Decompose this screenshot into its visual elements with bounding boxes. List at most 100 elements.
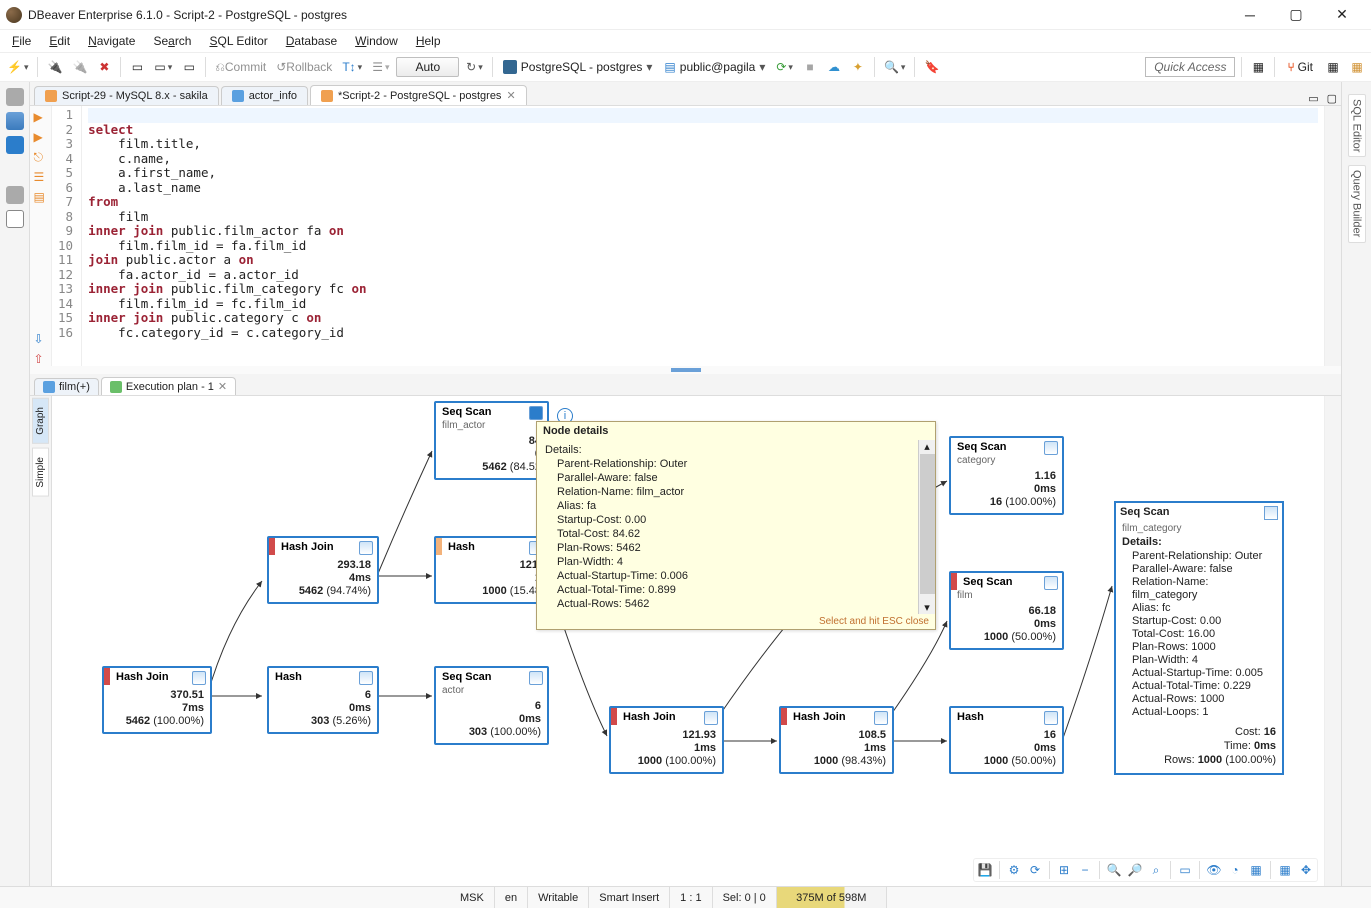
plan-node-seqscan-category[interactable]: Seq Scan category 1.160ms16 (100.00%) bbox=[949, 436, 1064, 515]
tab-actor-info[interactable]: actor_info bbox=[221, 86, 308, 105]
menu-sql-editor[interactable]: SQL Editor bbox=[201, 32, 275, 50]
run-statement-icon[interactable]: ⎋ bbox=[34, 150, 48, 164]
zoom-fit-icon[interactable]: ⊞ bbox=[1055, 861, 1073, 879]
execution-plan-graph[interactable]: Hash Join 370.517ms5462 (100.00%) Hash J… bbox=[52, 396, 1324, 886]
close-icon[interactable]: ✕ bbox=[218, 380, 227, 393]
sql-editor-button[interactable]: ▭ bbox=[127, 56, 147, 78]
zoom-in-icon[interactable]: 🔍 bbox=[1105, 861, 1123, 879]
plan-node-hash-1000[interactable]: Hash 121.11000 (15.48 bbox=[434, 536, 549, 604]
commit-button[interactable]: ⎌ Commit bbox=[212, 56, 269, 78]
tab-script-29[interactable]: Script-29 - MySQL 8.x - sakila bbox=[34, 86, 219, 105]
plan-node-hash-join-7[interactable]: Hash Join 121.931ms1000 (100.00%) bbox=[609, 706, 724, 774]
sparkle-button[interactable]: ✦ bbox=[848, 56, 868, 78]
plan-node-seqscan-actor[interactable]: Seq Scan actor 60ms303 (100.00%) bbox=[434, 666, 549, 745]
plan-node-hash-303[interactable]: Hash 60ms303 (5.26%) bbox=[267, 666, 379, 734]
grid-icon[interactable]: ▦ bbox=[1276, 861, 1294, 879]
schema-selector[interactable]: ▤ public@pagila ▾ bbox=[660, 60, 769, 74]
export-icon[interactable]: ▤ bbox=[34, 190, 48, 204]
minus-icon[interactable]: − bbox=[1076, 861, 1094, 879]
tx-mode-button[interactable]: T↕ bbox=[339, 56, 365, 78]
perspective-2-icon[interactable]: ▦ bbox=[1323, 56, 1343, 78]
node-info-icon[interactable] bbox=[359, 541, 373, 555]
plug-disconnect-icon[interactable]: 🔌 bbox=[69, 56, 90, 78]
disconnect-all-icon[interactable]: ✖ bbox=[94, 56, 114, 78]
editor-maximize-icon[interactable]: ▢ bbox=[1323, 92, 1341, 105]
connection-selector[interactable]: PostgreSQL - postgres ▾ bbox=[499, 60, 657, 74]
graph-scrollbar[interactable] bbox=[1324, 396, 1341, 886]
compass-icon[interactable]: ✥ bbox=[1297, 861, 1315, 879]
view-icon[interactable] bbox=[6, 88, 24, 106]
tab-script-2[interactable]: *Script-2 - PostgreSQL - postgres ✕ bbox=[310, 85, 527, 105]
tab-film-plus[interactable]: film(+) bbox=[34, 378, 99, 395]
tab-simple[interactable]: Simple bbox=[32, 448, 49, 497]
rollback-button[interactable]: ↺ Rollback bbox=[273, 56, 335, 78]
sql-editor-recent-button[interactable]: ▭ bbox=[151, 56, 175, 78]
palette-icon[interactable]: ▦ bbox=[1247, 861, 1265, 879]
perspective-3-icon[interactable]: ▦ bbox=[1347, 56, 1367, 78]
refresh-diagram-icon[interactable]: ⟳ bbox=[1026, 861, 1044, 879]
eye-icon[interactable]: 👁 bbox=[1205, 861, 1223, 879]
node-info-icon[interactable] bbox=[359, 671, 373, 685]
color-icon[interactable]: ◔ bbox=[1226, 861, 1244, 879]
minimized-view-icon[interactable] bbox=[6, 186, 24, 204]
tab-execution-plan[interactable]: Execution plan - 1 ✕ bbox=[101, 377, 236, 395]
plug-connect-icon[interactable]: 🔌 bbox=[44, 56, 65, 78]
node-info-icon[interactable] bbox=[192, 671, 206, 685]
tab-graph[interactable]: Graph bbox=[32, 398, 49, 444]
cloud-button[interactable]: ☁ bbox=[824, 56, 844, 78]
node-info-icon[interactable] bbox=[529, 671, 543, 685]
editor-minimize-icon[interactable]: ▭ bbox=[1304, 92, 1322, 105]
code-area[interactable]: select film.title, c.name, a.first_name,… bbox=[82, 106, 1324, 366]
layout-1-icon[interactable]: ▭ bbox=[1176, 861, 1194, 879]
node-info-icon[interactable] bbox=[529, 406, 543, 420]
stop-button[interactable]: ■ bbox=[800, 56, 820, 78]
splitter-handle[interactable] bbox=[30, 366, 1341, 374]
sql-console-button[interactable]: ▭ bbox=[179, 56, 199, 78]
tab-sql-editor-vertical[interactable]: SQL Editor bbox=[1348, 94, 1366, 157]
plan-node-seqscan-film[interactable]: Seq Scan film 66.180ms1000 (50.00%) bbox=[949, 571, 1064, 650]
tab-query-builder-vertical[interactable]: Query Builder bbox=[1348, 165, 1366, 242]
menu-search[interactable]: Search bbox=[145, 32, 199, 50]
save-icon[interactable]: ⇧ bbox=[34, 352, 48, 366]
save-diagram-icon[interactable]: 💾 bbox=[976, 861, 994, 879]
node-info-icon[interactable] bbox=[704, 711, 718, 725]
plan-node-hash-join-2[interactable]: Hash Join 293.184ms5462 (94.74%) bbox=[267, 536, 379, 604]
db-navigator-icon[interactable] bbox=[6, 112, 24, 130]
menu-help[interactable]: Help bbox=[408, 32, 449, 50]
menu-window[interactable]: Window bbox=[347, 32, 406, 50]
minimize-button[interactable]: ─ bbox=[1227, 0, 1273, 30]
run-script-icon[interactable]: ▶ bbox=[34, 130, 48, 144]
tooltip-scrollbar[interactable]: ▴▾ bbox=[918, 440, 935, 614]
zoom-out-icon[interactable]: 🔎 bbox=[1126, 861, 1144, 879]
plan-node-seqscan-film-actor[interactable]: Seq Scan film_actor 8405462 (84.52 bbox=[434, 401, 549, 480]
refresh-button[interactable]: ⟳ bbox=[773, 56, 796, 78]
project-explorer-icon[interactable] bbox=[6, 210, 24, 228]
perspective-button[interactable]: ▦ bbox=[1248, 56, 1268, 78]
run-icon[interactable]: ▶ bbox=[34, 110, 48, 124]
close-button[interactable]: ✕ bbox=[1319, 0, 1365, 30]
diagram-prefs-icon[interactable]: ⚙ bbox=[1005, 861, 1023, 879]
projects-icon[interactable] bbox=[6, 136, 24, 154]
explain-icon[interactable]: ☰ bbox=[34, 170, 48, 184]
menu-edit[interactable]: Edit bbox=[41, 32, 78, 50]
menu-file[interactable]: File bbox=[4, 32, 39, 50]
zoom-reset-icon[interactable]: ⌕ bbox=[1147, 861, 1165, 879]
node-info-icon[interactable] bbox=[1044, 711, 1058, 725]
auto-commit-button[interactable]: Auto bbox=[396, 57, 459, 77]
menu-database[interactable]: Database bbox=[278, 32, 345, 50]
search-tool-button[interactable]: 🔍 bbox=[881, 56, 908, 78]
tx-log-button[interactable]: ☰ bbox=[369, 56, 392, 78]
plan-node-hash-join-8[interactable]: Hash Join 108.51ms1000 (98.43%) bbox=[779, 706, 894, 774]
node-detail-panel[interactable]: Seq Scan film_category Details: Parent-R… bbox=[1114, 501, 1284, 775]
quick-access-field[interactable]: Quick Access bbox=[1145, 57, 1235, 77]
node-info-icon[interactable] bbox=[874, 711, 888, 725]
maximize-button[interactable]: ▢ bbox=[1273, 0, 1319, 30]
editor-scrollbar[interactable] bbox=[1324, 106, 1341, 366]
status-heap[interactable]: 375M of 598M bbox=[777, 887, 887, 908]
plan-node-hash-join-root[interactable]: Hash Join 370.517ms5462 (100.00%) bbox=[102, 666, 212, 734]
close-icon[interactable]: ✕ bbox=[506, 89, 515, 102]
new-connection-button[interactable]: ⚡ bbox=[4, 56, 31, 78]
node-info-icon[interactable] bbox=[1264, 506, 1278, 520]
menu-navigate[interactable]: Navigate bbox=[80, 32, 143, 50]
git-perspective-button[interactable]: ⑂ Git bbox=[1281, 58, 1319, 76]
